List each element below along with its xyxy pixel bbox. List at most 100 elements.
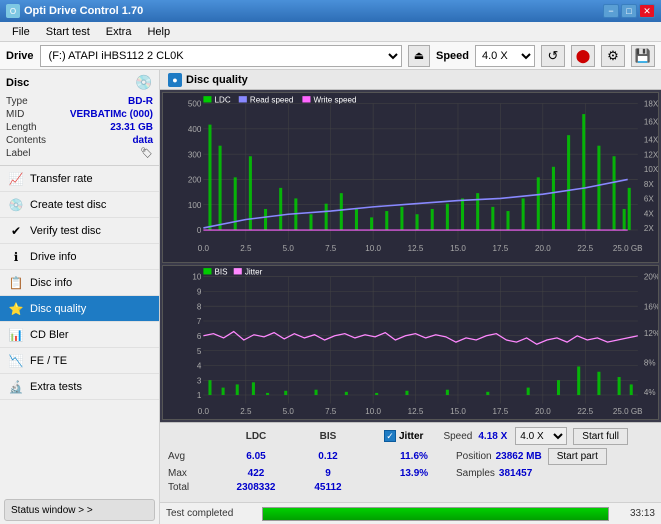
svg-text:2X: 2X xyxy=(644,224,654,233)
drive-select[interactable]: (F:) ATAPI iHBS112 2 CL0K xyxy=(40,45,402,67)
menu-file[interactable]: File xyxy=(4,24,38,40)
menu-start-test[interactable]: Start test xyxy=(38,24,98,40)
sidebar-item-cd-bler[interactable]: 📊 CD Bler xyxy=(0,322,159,348)
label-value: 🏷 xyxy=(140,148,153,159)
svg-text:8X: 8X xyxy=(644,180,654,189)
svg-text:25.0 GB: 25.0 GB xyxy=(613,244,643,253)
svg-text:BIS: BIS xyxy=(215,267,228,276)
svg-text:12X: 12X xyxy=(644,150,658,159)
maximize-button[interactable]: □ xyxy=(621,4,637,18)
verify-test-disc-icon: ✔ xyxy=(8,223,24,239)
sidebar-label-verify-test-disc: Verify test disc xyxy=(30,225,101,237)
sidebar-item-disc-quality[interactable]: ⭐ Disc quality xyxy=(0,296,159,322)
menu-help[interactable]: Help xyxy=(139,24,178,40)
status-window-button[interactable]: Status window > > xyxy=(4,499,155,521)
svg-text:0.0: 0.0 xyxy=(198,244,210,253)
svg-text:4%: 4% xyxy=(644,388,656,397)
svg-text:400: 400 xyxy=(188,125,202,134)
max-bis: 9 xyxy=(292,468,364,479)
bottom-chart: 10 9 8 7 6 5 4 3 1 20% 16% 12% 8% 4% 0 xyxy=(162,265,659,420)
total-label: Total xyxy=(168,482,220,493)
sidebar-item-fe-te[interactable]: 📉 FE / TE xyxy=(0,348,159,374)
svg-text:15.0: 15.0 xyxy=(450,407,466,416)
type-value: BD-R xyxy=(128,96,153,107)
speed-quality-select[interactable]: 4.0 X xyxy=(515,427,567,445)
speed-stat-label: Speed xyxy=(443,431,472,442)
svg-text:100: 100 xyxy=(188,201,202,210)
avg-ldc: 6.05 xyxy=(220,451,292,462)
svg-text:17.5: 17.5 xyxy=(493,407,509,416)
sidebar-menu: 📈 Transfer rate 💿 Create test disc ✔ Ver… xyxy=(0,166,159,496)
svg-text:16%: 16% xyxy=(644,302,658,311)
eject-button[interactable]: ⏏ xyxy=(408,45,430,67)
svg-text:6X: 6X xyxy=(644,194,654,203)
sidebar-item-extra-tests[interactable]: 🔬 Extra tests xyxy=(0,374,159,400)
start-part-button[interactable]: Start part xyxy=(548,448,607,465)
speed-select[interactable]: 4.0 X xyxy=(475,45,535,67)
top-chart: 500 400 300 200 100 0 18X 16X 14X 12X 10… xyxy=(162,92,659,263)
drive-label: Drive xyxy=(6,50,34,62)
svg-text:12.5: 12.5 xyxy=(408,407,424,416)
sidebar-label-fe-te: FE / TE xyxy=(30,355,67,367)
contents-value: data xyxy=(132,135,153,146)
samples-val: 381457 xyxy=(499,468,532,479)
top-chart-svg: 500 400 300 200 100 0 18X 16X 14X 12X 10… xyxy=(163,93,658,262)
disc-panel: Disc 💿 Type BD-R MID VERBATIMc (000) Len… xyxy=(0,70,159,166)
bis-col-header: BIS xyxy=(292,431,364,442)
svg-text:20%: 20% xyxy=(644,272,658,281)
sidebar-item-verify-test-disc[interactable]: ✔ Verify test disc xyxy=(0,218,159,244)
svg-text:22.5: 22.5 xyxy=(577,407,593,416)
menu-extra[interactable]: Extra xyxy=(98,24,140,40)
svg-text:7.5: 7.5 xyxy=(325,407,337,416)
start-full-button[interactable]: Start full xyxy=(573,428,628,445)
disc-quality-header: ● Disc quality xyxy=(160,70,661,90)
disc-quality-icon: ⭐ xyxy=(8,301,24,317)
svg-text:Write speed: Write speed xyxy=(314,95,357,104)
svg-text:4: 4 xyxy=(197,361,202,370)
svg-text:3: 3 xyxy=(197,376,202,385)
svg-text:25.0 GB: 25.0 GB xyxy=(613,407,643,416)
sidebar-item-drive-info[interactable]: ℹ Drive info xyxy=(0,244,159,270)
bottom-chart-svg: 10 9 8 7 6 5 4 3 1 20% 16% 12% 8% 4% 0 xyxy=(163,266,658,419)
svg-text:16X: 16X xyxy=(644,117,658,126)
svg-text:20.0: 20.0 xyxy=(535,244,551,253)
extra-tests-icon: 🔬 xyxy=(8,379,24,395)
svg-text:10X: 10X xyxy=(644,165,658,174)
progress-bar-fill xyxy=(263,508,608,520)
fe-te-icon: 📉 xyxy=(8,353,24,369)
sidebar-label-extra-tests: Extra tests xyxy=(30,381,82,393)
cd-bler-icon: 📊 xyxy=(8,327,24,343)
svg-text:500: 500 xyxy=(188,100,202,109)
svg-text:0.0: 0.0 xyxy=(198,407,210,416)
minimize-button[interactable]: − xyxy=(603,4,619,18)
samples-label: Samples xyxy=(456,468,495,479)
refresh-button[interactable]: ↺ xyxy=(541,45,565,67)
svg-text:5.0: 5.0 xyxy=(283,244,295,253)
create-test-disc-icon: 💿 xyxy=(8,197,24,213)
settings-button[interactable]: ⚙ xyxy=(601,45,625,67)
svg-text:1: 1 xyxy=(197,391,202,400)
mid-value: VERBATIMc (000) xyxy=(70,109,153,120)
svg-text:200: 200 xyxy=(188,175,202,184)
svg-text:15.0: 15.0 xyxy=(450,244,466,253)
app-title: Opti Drive Control 1.70 xyxy=(24,5,143,17)
sidebar-label-disc-quality: Disc quality xyxy=(30,303,86,315)
record-button[interactable]: ⬤ xyxy=(571,45,595,67)
type-label: Type xyxy=(6,96,28,107)
jitter-checkbox[interactable]: ✓ xyxy=(384,430,396,442)
position-label: Position xyxy=(456,451,492,462)
contents-label: Contents xyxy=(6,135,46,146)
title-bar: O Opti Drive Control 1.70 − □ ✕ xyxy=(0,0,661,22)
progress-bar-container xyxy=(262,507,609,521)
sidebar-item-create-test-disc[interactable]: 💿 Create test disc xyxy=(0,192,159,218)
max-label: Max xyxy=(168,468,220,479)
svg-text:5.0: 5.0 xyxy=(283,407,295,416)
save-button[interactable]: 💾 xyxy=(631,45,655,67)
sidebar-item-disc-info[interactable]: 📋 Disc info xyxy=(0,270,159,296)
speed-label: Speed xyxy=(436,50,469,62)
avg-jitter: 11.6% xyxy=(384,451,444,462)
close-button[interactable]: ✕ xyxy=(639,4,655,18)
svg-text:Jitter: Jitter xyxy=(245,267,263,276)
sidebar-label-create-test-disc: Create test disc xyxy=(30,199,106,211)
sidebar-item-transfer-rate[interactable]: 📈 Transfer rate xyxy=(0,166,159,192)
